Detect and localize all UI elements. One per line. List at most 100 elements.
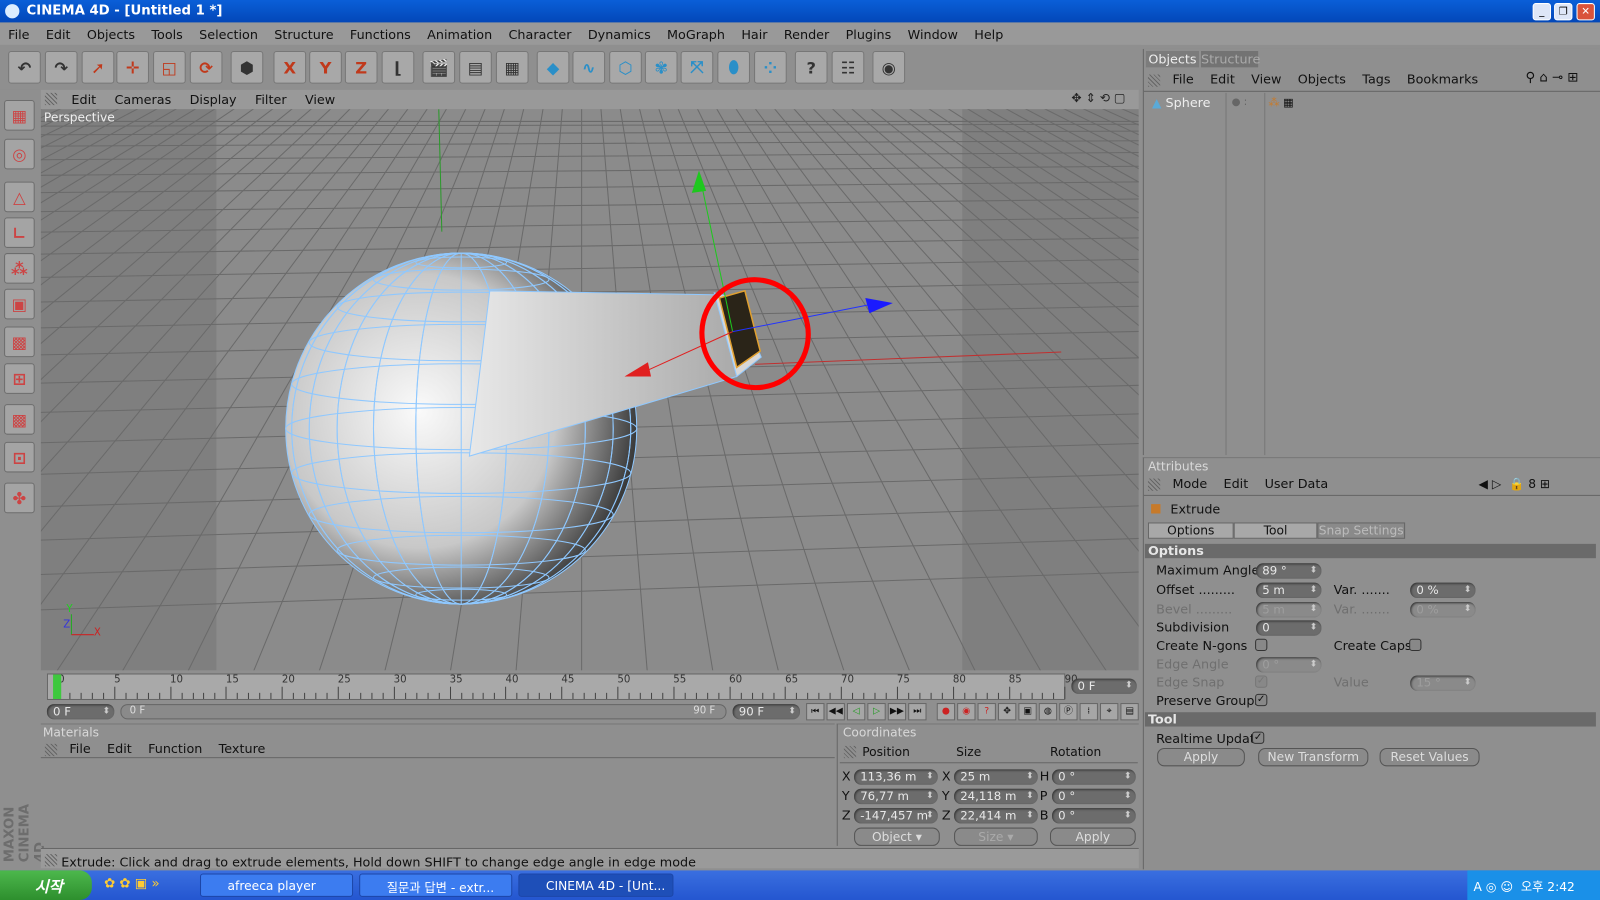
offset-var-field[interactable]: 0 % [1410, 582, 1476, 598]
tab-options[interactable]: Options [1147, 522, 1234, 539]
record-button[interactable]: ● [936, 703, 956, 721]
tag-icons[interactable]: ⁂ ▦ [1268, 96, 1293, 109]
menu-objects[interactable]: Objects [79, 22, 144, 44]
pos-key-button[interactable]: ✥ [997, 703, 1017, 721]
size-x-field[interactable]: 25 m [954, 769, 1038, 785]
position-x-field[interactable]: 113,36 m [854, 769, 938, 785]
subdivision-field[interactable]: 0 [1256, 620, 1322, 636]
preserve-groups-checkbox[interactable]: ✓ [1255, 693, 1268, 707]
timeline-playhead[interactable] [53, 674, 62, 699]
menu-hair[interactable]: Hair [733, 22, 776, 44]
settings-button[interactable]: ☷ [831, 51, 865, 84]
tab-snap-settings[interactable]: Snap Settings [1317, 522, 1406, 539]
new-transform-button[interactable]: New Transform [1258, 747, 1369, 767]
timeline-ruler[interactable]: 0 5 10 15 20 25 30 35 40 45 50 55 60 65 70 75 80 85 90 [46, 673, 1078, 700]
texture-axis-button[interactable]: ▩ [4, 404, 35, 435]
rotate-button[interactable]: ⟳ [189, 51, 223, 84]
prev-key-button[interactable]: ◀◀ [826, 703, 845, 721]
scene-button[interactable]: ⬮ [717, 51, 750, 84]
menu-file[interactable]: File [0, 22, 38, 44]
y-axis-handle[interactable] [691, 170, 707, 193]
rotation-z-field[interactable]: 0 ° [1052, 808, 1136, 824]
attr-menu-user-data[interactable]: User Data [1256, 476, 1336, 495]
offset-field[interactable]: 5 m [1256, 582, 1322, 598]
size-z-field[interactable]: 22,414 m [954, 808, 1038, 824]
array-button[interactable]: ✾ [644, 51, 678, 84]
spline-button[interactable]: ∿ [572, 51, 606, 84]
edge-mode-button[interactable]: ∟ [4, 217, 35, 248]
menu-mograph[interactable]: MoGraph [659, 22, 733, 44]
object-button[interactable]: ⬢ [230, 51, 264, 84]
attr-menu-edit[interactable]: Edit [1215, 476, 1256, 495]
render-picture-viewer-button[interactable]: ▤ [459, 51, 492, 84]
play-back-button[interactable]: ◁ [846, 703, 866, 721]
x-axis-button[interactable]: X [273, 51, 307, 84]
mat-menu-file[interactable]: File [61, 741, 99, 756]
coordinate-mode-dropdown[interactable]: Object ▾ [854, 827, 940, 846]
sculpt-button[interactable]: ✤ [4, 482, 35, 514]
menu-selection[interactable]: Selection [191, 22, 266, 44]
tab-objects[interactable]: Objects [1145, 51, 1199, 68]
render-view-button[interactable]: 🎬 [422, 51, 456, 84]
start-button[interactable]: 시작 [0, 870, 92, 900]
position-y-field[interactable]: 76,77 m [854, 788, 938, 805]
world-coord-button[interactable]: ⌊ [381, 51, 415, 84]
viewport-menu-filter[interactable]: Filter [245, 90, 295, 109]
viewport-menu-edit[interactable]: Edit [61, 90, 104, 109]
move-button[interactable]: ✛ [116, 51, 149, 84]
go-start-button[interactable]: ⏮ [806, 703, 825, 721]
current-frame-field[interactable]: 0 F [1071, 678, 1137, 694]
frame-range-slider[interactable]: 0 F 90 F [120, 704, 727, 720]
obj-menu-objects[interactable]: Objects [1290, 71, 1355, 90]
layout-button[interactable]: ▦ [4, 99, 35, 131]
reset-values-button[interactable]: Reset Values [1379, 747, 1480, 767]
task-afreeca[interactable]: afreeca player [199, 873, 354, 897]
texture-mode-button[interactable]: ▩ [4, 326, 35, 358]
menu-edit[interactable]: Edit [38, 22, 79, 44]
maximize-button[interactable]: ❐ [1554, 3, 1573, 21]
go-end-button[interactable]: ⏭ [908, 703, 927, 721]
rotation-y-field[interactable]: 0 ° [1052, 788, 1136, 805]
viewport-nav-icons[interactable]: ✥ ⇕ ⟲ ▢ [1071, 91, 1125, 105]
particle-button[interactable]: ⁘ [754, 51, 787, 84]
obj-menu-tags[interactable]: Tags [1354, 71, 1399, 90]
uv-mode-button[interactable]: ⊡ [4, 441, 35, 473]
redo-button[interactable]: ↷ [44, 51, 78, 84]
size-y-field[interactable]: 24,118 m [954, 788, 1038, 805]
camera-button[interactable]: ◎ [4, 138, 35, 170]
nurbs-button[interactable]: ⬡ [609, 51, 642, 84]
z-axis-button[interactable]: Z [344, 51, 378, 84]
menu-tools[interactable]: Tools [143, 22, 191, 44]
web-button[interactable]: ◉ [872, 51, 906, 84]
task-cinema4d[interactable]: CINEMA 4D - [Unt... [518, 873, 674, 897]
help-button[interactable]: ? [794, 51, 828, 84]
object-row-sphere[interactable]: ▲ Sphere [1152, 95, 1210, 110]
menu-character[interactable]: Character [500, 22, 579, 44]
param-key-button[interactable]: Ⓟ [1059, 703, 1078, 721]
menu-window[interactable]: Window [899, 22, 966, 44]
deformer-button[interactable]: ⤧ [680, 51, 714, 84]
menu-animation[interactable]: Animation [419, 22, 500, 44]
position-z-field[interactable]: -147,457 m [854, 808, 938, 824]
viewport-menu-cameras[interactable]: Cameras [104, 90, 179, 109]
viewport-perspective[interactable]: Perspective Y X Z [40, 109, 1139, 671]
menu-help[interactable]: Help [966, 22, 1011, 44]
start-frame-field[interactable]: 0 F [46, 704, 115, 720]
point-mode-button[interactable]: △ [4, 181, 35, 213]
viewport-menu-display[interactable]: Display [179, 90, 244, 109]
next-key-button[interactable]: ▶▶ [887, 703, 907, 721]
play-button[interactable]: ▷ [867, 703, 886, 721]
realtime-update-checkbox[interactable]: ✓ [1252, 731, 1265, 744]
attributes-nav-icons[interactable]: ◀ ▷ 🔒 8 ⊞ [1479, 477, 1551, 491]
maximum-angle-field[interactable]: 89 ° [1256, 563, 1322, 579]
create-ngons-checkbox[interactable] [1255, 638, 1268, 652]
minimize-button[interactable]: _ [1532, 3, 1552, 21]
apply-button[interactable]: Apply [1157, 747, 1245, 767]
tab-structure[interactable]: Structure [1201, 51, 1260, 68]
cube-button[interactable]: ◆ [536, 51, 570, 84]
mat-menu-texture[interactable]: Texture [211, 741, 274, 756]
obj-menu-file[interactable]: File [1164, 71, 1202, 90]
auto-key-button[interactable]: ◉ [957, 703, 976, 721]
obj-menu-edit[interactable]: Edit [1202, 71, 1243, 90]
menu-functions[interactable]: Functions [342, 22, 419, 44]
